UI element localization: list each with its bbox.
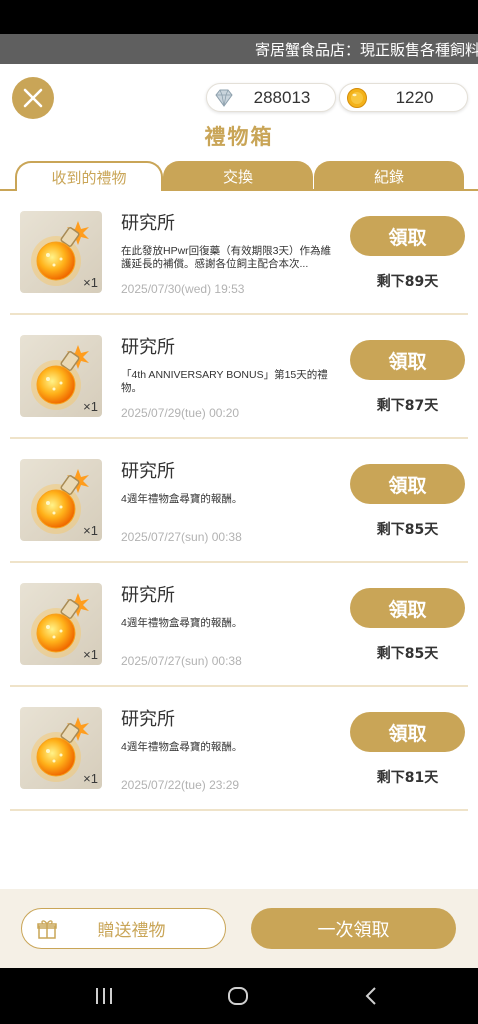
gift-date: 2025/07/22(tue) 23:29	[121, 778, 240, 792]
gift-quantity: ×1	[83, 399, 98, 414]
tab-exchange[interactable]: 交換	[163, 161, 313, 191]
claim-button[interactable]: 領取	[350, 588, 465, 628]
gift-item-image: ×1	[20, 583, 102, 665]
gift-box-screen: 288013 1220 禮物箱 收到的禮物 交換 紀錄 ×1 研究所 在此發放H…	[0, 64, 478, 968]
gift-date: 2025/07/29(tue) 00:20	[121, 406, 240, 420]
tab-received-gifts[interactable]: 收到的禮物	[15, 161, 163, 193]
gift-quantity: ×1	[83, 771, 98, 786]
gift-row: ×1 研究所 4週年禮物盒尋寶的報酬。 2025/07/27(sun) 00:3…	[10, 563, 468, 687]
home-icon[interactable]	[226, 984, 250, 1008]
gift-box-icon	[37, 919, 57, 939]
recent-apps-icon[interactable]	[92, 984, 116, 1008]
days-remaining: 剩下89天	[376, 274, 439, 290]
tab-bar: 收到的禮物 交換 紀錄	[0, 161, 478, 193]
claim-button[interactable]: 領取	[350, 340, 465, 380]
bottom-action-bar: 贈送禮物 一次領取	[0, 889, 478, 968]
days-remaining: 剩下87天	[376, 398, 439, 414]
gift-date: 2025/07/30(wed) 19:53	[121, 282, 245, 296]
gem-count: 288013	[253, 87, 311, 107]
gift-row: ×1 研究所 在此發放HPwr回復藥（有效期限3天）作為維護延長的補償。感謝各位…	[10, 191, 468, 315]
tab-history[interactable]: 紀錄	[314, 161, 464, 191]
gift-sender: 研究所	[121, 461, 175, 482]
gift-description: 「4th ANNIVERSARY BONUS」第15天的禮物。	[121, 369, 328, 394]
days-remaining: 剩下85天	[376, 522, 439, 538]
page-title: 禮物箱	[204, 125, 274, 149]
gift-date: 2025/07/27(sun) 00:38	[121, 530, 242, 544]
gift-sender: 研究所	[121, 213, 175, 234]
news-ticker: 寄居蟹食品店：現正販售各種飼料	[0, 34, 478, 64]
gem-balance[interactable]: 288013	[206, 83, 336, 112]
system-status-bar	[0, 0, 478, 34]
gift-item-image: ×1	[20, 459, 102, 541]
close-button[interactable]	[12, 77, 54, 119]
back-icon[interactable]	[360, 984, 384, 1008]
claim-button[interactable]: 領取	[350, 216, 465, 256]
gift-sender: 研究所	[121, 585, 175, 606]
diamond-icon	[215, 89, 233, 107]
gift-quantity: ×1	[83, 523, 98, 538]
ticker-text: 寄居蟹食品店：現正販售各種飼料	[255, 41, 478, 59]
coin-count: 1220	[395, 87, 434, 107]
days-remaining: 剩下81天	[376, 770, 439, 786]
claim-button[interactable]: 領取	[350, 464, 465, 504]
days-remaining: 剩下85天	[376, 646, 439, 662]
gift-description: 4週年禮物盒尋寶的報酬。	[121, 741, 243, 753]
send-gift-label: 贈送禮物	[97, 921, 166, 941]
coin-icon	[347, 87, 367, 108]
gift-sender: 研究所	[121, 709, 175, 730]
gift-item-image: ×1	[20, 211, 102, 293]
gift-description: 4週年禮物盒尋寶的報酬。	[121, 617, 243, 629]
gift-row: ×1 研究所 4週年禮物盒尋寶的報酬。 2025/07/27(sun) 00:3…	[10, 439, 468, 563]
gift-quantity: ×1	[83, 647, 98, 662]
gift-quantity: ×1	[83, 275, 98, 290]
gift-date: 2025/07/27(sun) 00:38	[121, 654, 242, 668]
gift-item-image: ×1	[20, 335, 102, 417]
system-navigation-bar	[0, 968, 478, 1024]
send-gift-button[interactable]: 贈送禮物	[21, 908, 226, 949]
claim-all-button[interactable]: 一次領取	[251, 908, 456, 949]
gift-sender: 研究所	[121, 337, 175, 358]
gift-row: ×1 研究所 「4th ANNIVERSARY BONUS」第15天的禮物。 2…	[10, 315, 468, 439]
coin-balance[interactable]: 1220	[339, 83, 468, 112]
gift-item-image: ×1	[20, 707, 102, 789]
gift-description: 在此發放HPwr回復藥（有效期限3天）作為維護延長的補償。感謝各位飼主配合本次.…	[121, 245, 332, 270]
claim-button[interactable]: 領取	[350, 712, 465, 752]
gift-description: 4週年禮物盒尋寶的報酬。	[121, 493, 243, 505]
close-icon	[23, 88, 43, 108]
gift-row: ×1 研究所 4週年禮物盒尋寶的報酬。 2025/07/22(tue) 23:2…	[10, 687, 468, 811]
